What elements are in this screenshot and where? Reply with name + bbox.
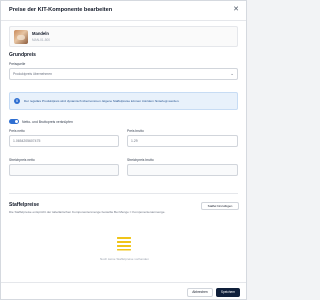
preis-netto-label: Preis netto	[9, 129, 25, 133]
preisquelle-value: Produktpreis übernehmen	[13, 72, 53, 76]
dialog-header: Preise der KIT-Komponente bearbeiten ✕	[1, 1, 246, 21]
staffelpreise-description: Die Staffelpreise entspricht der tabella…	[9, 210, 166, 214]
grundpreis-title: Grundpreis	[9, 52, 36, 58]
preis-netto-input[interactable]: 1.0654205607475	[9, 135, 119, 147]
preisquelle-select[interactable]: Produktpreis übernehmen ⌄	[9, 68, 238, 80]
empty-state-text: Noch keine Staffelpreise vorhanden	[100, 257, 149, 261]
edit-prices-dialog: Preise der KIT-Komponente bearbeiten ✕ M…	[0, 0, 247, 300]
footer-divider	[1, 282, 246, 283]
link-prices-label: Netto- und Bruttopreis verknüpfen	[22, 119, 73, 124]
list-icon	[117, 237, 131, 251]
save-button[interactable]: Speichern	[216, 288, 240, 297]
info-alert: i Der reguläre Produktpreis wird dynamis…	[9, 92, 238, 110]
add-staffel-button[interactable]: Staffel hinzufügen	[201, 202, 239, 210]
chevron-down-icon: ⌄	[230, 71, 234, 76]
preis-brutto-value: 1.29	[131, 139, 138, 143]
product-thumbnail	[14, 30, 28, 44]
product-sku: MAN-01-500	[32, 38, 51, 42]
streichpreis-brutto-input[interactable]	[127, 164, 238, 176]
info-text: Der reguläre Produktpreis wird dynamisch…	[24, 99, 180, 103]
staffelpreise-title: Staffelpreise	[9, 202, 40, 208]
link-prices-toggle[interactable]	[9, 119, 19, 124]
section-divider	[9, 193, 238, 194]
info-icon: i	[14, 98, 20, 104]
preis-brutto-input[interactable]: 1.29	[127, 135, 238, 147]
dialog-title: Preise der KIT-Komponente bearbeiten	[9, 7, 113, 13]
product-name: Mandeln	[32, 31, 49, 36]
streichpreis-netto-label: Streichpreis netto	[9, 158, 35, 162]
streichpreis-brutto-label: Streichpreis brutto	[127, 158, 154, 162]
cancel-button[interactable]: Abbrechen	[187, 288, 213, 297]
streichpreis-netto-input[interactable]	[9, 164, 119, 176]
preis-brutto-label: Preis brutto	[127, 129, 144, 133]
preisquelle-label: Preisquelle	[9, 62, 26, 66]
preis-netto-value: 1.0654205607475	[13, 139, 41, 143]
product-card: Mandeln MAN-01-500	[9, 26, 238, 47]
close-icon[interactable]: ✕	[232, 6, 240, 14]
